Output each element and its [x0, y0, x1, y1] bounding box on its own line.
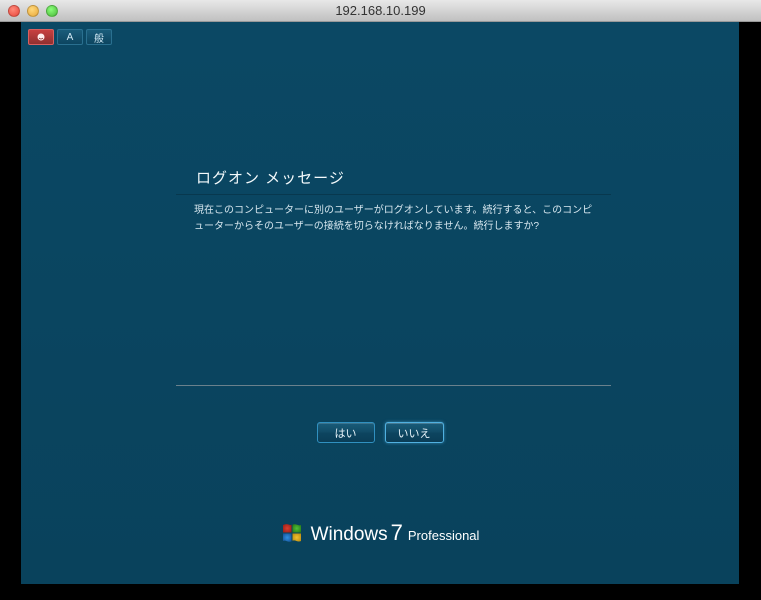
dialog-title: ログオン メッセージ [176, 167, 611, 194]
yes-button[interactable]: はい [317, 422, 375, 443]
brand-text: Windows 7 Professional [311, 520, 480, 546]
minimize-button[interactable] [27, 5, 39, 17]
brand-edition-label: Professional [408, 528, 480, 543]
close-button[interactable] [8, 5, 20, 17]
windows-logo-icon [281, 522, 303, 544]
bottom-divider [176, 385, 611, 386]
ime-alpha-button[interactable]: A [57, 29, 83, 45]
title-divider [176, 194, 611, 195]
windows-branding: Windows 7 Professional [21, 520, 739, 546]
traffic-lights [8, 5, 58, 17]
ime-general-button[interactable]: 般 [86, 29, 112, 45]
dialog-body: 現在このコンピューターに別のユーザーがログオンしています。続行すると、このコンピ… [176, 203, 611, 235]
client-area: A 般 ログオン メッセージ 現在このコンピューターに別のユーザーがログオンして… [0, 22, 761, 600]
rdp-content: A 般 ログオン メッセージ 現在このコンピューターに別のユーザーがログオンして… [21, 22, 739, 584]
logon-message-panel: ログオン メッセージ 現在このコンピューターに別のユーザーがログオンしています。… [176, 167, 611, 235]
ime-toolbar: A 般 [28, 29, 112, 45]
no-button[interactable]: いいえ [385, 422, 444, 443]
mac-titlebar: 192.168.10.199 [0, 0, 761, 22]
brand-windows-label: Windows [311, 524, 388, 546]
maximize-button[interactable] [46, 5, 58, 17]
brand-version-label: 7 [391, 520, 403, 546]
window-title: 192.168.10.199 [335, 3, 425, 18]
ime-mode-button[interactable] [28, 29, 54, 45]
button-row: はい いいえ [21, 422, 739, 443]
ime-icon [36, 32, 46, 42]
